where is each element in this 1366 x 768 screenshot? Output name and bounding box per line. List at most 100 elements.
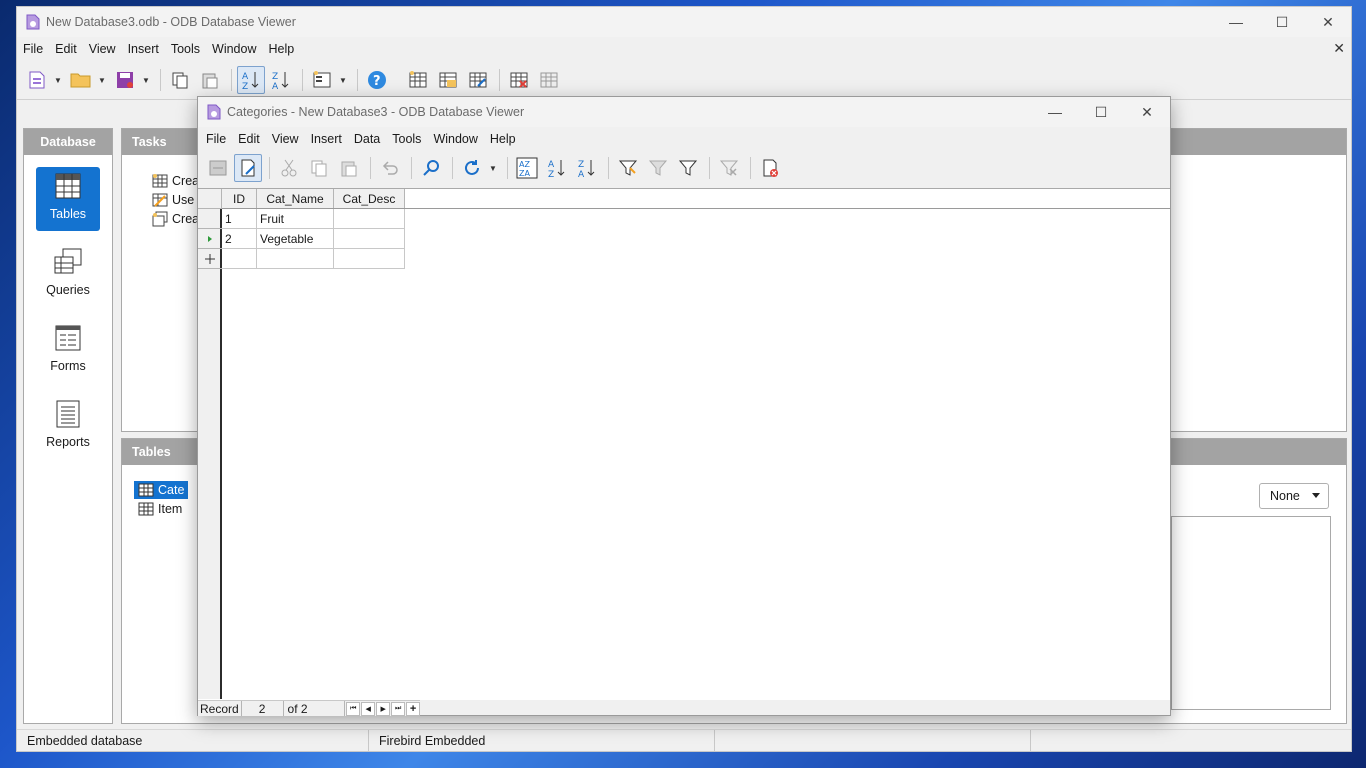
table-window-minimize-button[interactable]: — [1032,97,1078,127]
cell-cat-desc[interactable] [334,229,405,249]
new-row-cell-id[interactable] [222,249,257,269]
database-app-icon [26,14,40,30]
svg-text:?: ? [373,74,381,89]
tw-menu-edit[interactable]: Edit [232,132,266,146]
copy-button[interactable] [305,154,333,182]
status-embedded-database: Embedded database [17,730,369,751]
refresh-dropdown-arrow[interactable]: ▼ [488,154,498,182]
main-statusbar: Embedded database Firebird Embedded [17,729,1351,751]
autofilter-button[interactable] [614,154,642,182]
sort-descending-button[interactable]: ZA [267,66,295,94]
preview-mode-select[interactable]: None [1259,483,1329,509]
help-icon[interactable]: ? [363,66,391,94]
task-item-create-design[interactable]: Crea [152,172,199,190]
status-firebird-embedded: Firebird Embedded [369,730,715,751]
sort-descending-button[interactable]: ZA [573,154,601,182]
task-item-create-view[interactable]: Crea [152,210,199,228]
save-dropdown-arrow[interactable]: ▼ [141,66,151,94]
forms-icon [55,325,81,351]
menu-insert[interactable]: Insert [122,42,165,56]
record-number-field[interactable]: 2 [242,701,284,716]
save-button[interactable] [111,66,139,94]
undo-button[interactable] [376,154,404,182]
sort-button[interactable]: AZ ZA [513,154,541,182]
menu-edit[interactable]: Edit [49,42,83,56]
copy-button[interactable] [166,66,194,94]
tw-menu-insert[interactable]: Insert [305,132,348,146]
new-row-cell-cat-name[interactable] [257,249,334,269]
rename-table-button[interactable] [535,66,563,94]
first-record-icon[interactable]: ⏮ [346,701,361,716]
new-row-header[interactable] [198,249,222,269]
menu-window[interactable]: Window [206,42,262,56]
cell-cat-name[interactable]: Vegetable [257,229,334,249]
open-table-button[interactable] [434,66,462,94]
table-list-item-categories[interactable]: Cate [134,481,189,499]
table-icon [138,483,154,497]
row-header-2[interactable] [198,229,222,249]
row-header-1[interactable] [198,209,222,229]
table-window-maximize-button[interactable]: ☐ [1078,97,1124,127]
save-record-button[interactable] [204,154,232,182]
new-dropdown-arrow[interactable]: ▼ [53,66,63,94]
menu-view[interactable]: View [83,42,122,56]
tw-menu-data[interactable]: Data [348,132,386,146]
new-document-button[interactable] [23,66,51,94]
tw-menu-view[interactable]: View [266,132,305,146]
tw-menu-window[interactable]: Window [427,132,483,146]
sort-ascending-button[interactable]: AZ [237,66,265,94]
grid-corner-header [198,189,222,209]
column-header-cat-name[interactable]: Cat_Name [257,189,334,209]
database-item-forms[interactable]: Forms [36,319,100,383]
next-record-icon[interactable]: ▶ [376,701,391,716]
menu-tools[interactable]: Tools [165,42,206,56]
database-item-reports[interactable]: Reports [36,395,100,459]
previous-record-icon[interactable]: ◀ [361,701,376,716]
cell-cat-name[interactable]: Fruit [257,209,334,229]
form-dropdown-arrow[interactable]: ▼ [338,66,348,94]
column-header-cat-desc[interactable]: Cat_Desc [334,189,405,209]
minimize-button[interactable]: — [1213,7,1259,37]
menu-file[interactable]: File [17,42,49,56]
refresh-button[interactable] [458,154,486,182]
paste-button[interactable] [335,154,363,182]
database-item-queries[interactable]: Queries [36,243,100,307]
paste-button[interactable] [196,66,224,94]
edit-table-button[interactable] [464,66,492,94]
main-window-title: New Database3.odb - ODB Database Viewer [46,15,296,29]
database-item-tables[interactable]: Tables [36,167,100,231]
tw-menu-help[interactable]: Help [484,132,522,146]
last-record-icon[interactable]: ⏭ [391,701,406,716]
cell-id[interactable]: 1 [222,209,257,229]
find-record-button[interactable] [417,154,445,182]
table-list-item-items[interactable]: Item [134,500,186,518]
maximize-button[interactable]: ☐ [1259,7,1305,37]
cell-cat-desc[interactable] [334,209,405,229]
cell-id[interactable]: 2 [222,229,257,249]
delete-record-button[interactable] [756,154,784,182]
edit-data-button[interactable] [234,154,262,182]
close-document-icon[interactable]: ✕ [1333,40,1345,57]
delete-table-button[interactable] [505,66,533,94]
column-header-id[interactable]: ID [222,189,257,209]
open-folder-button[interactable] [67,66,95,94]
close-button[interactable]: ✕ [1305,7,1351,37]
apply-filter-button[interactable] [644,154,672,182]
table-window-close-button[interactable]: ✕ [1124,97,1170,127]
form-design-button[interactable] [308,66,336,94]
new-record-icon[interactable]: + [406,701,421,716]
main-toolbar: ▼ ▼ ▼ AZ ZA ▼ ? [23,66,1351,94]
sort-ascending-button[interactable]: AZ [543,154,571,182]
open-dropdown-arrow[interactable]: ▼ [97,66,107,94]
task-item-use-wizard[interactable]: Use [152,191,194,209]
svg-text:Z: Z [242,82,248,91]
cut-button[interactable] [275,154,303,182]
tw-menu-file[interactable]: File [200,132,232,146]
record-label: Record [198,701,242,716]
tw-menu-tools[interactable]: Tools [386,132,427,146]
new-row-cell-cat-desc[interactable] [334,249,405,269]
menu-help[interactable]: Help [263,42,301,56]
create-table-button[interactable] [404,66,432,94]
standard-filter-button[interactable] [674,154,702,182]
reset-filter-button[interactable] [715,154,743,182]
